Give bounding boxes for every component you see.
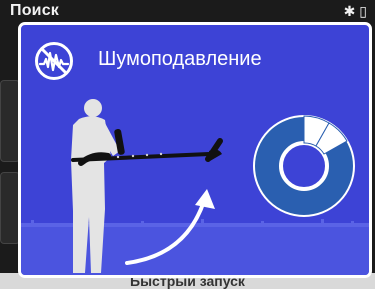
dialog-header: Шумоподавление [21,25,369,95]
noise-level-ring [253,115,355,217]
background-card [0,80,20,162]
noise-cancel-icon [35,42,73,80]
status-icons: ✱ ▯ [343,3,367,19]
background-title: Поиск [10,2,60,19]
dialog-title: Шумоподавление [98,48,262,70]
noise-reduction-dialog[interactable]: Шумоподавление [18,22,372,278]
background-card [0,172,20,244]
